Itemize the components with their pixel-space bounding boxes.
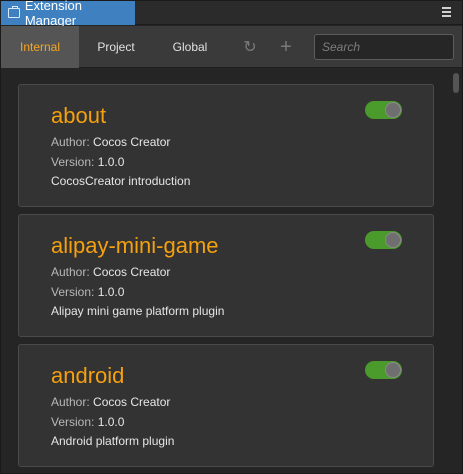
extension-version: Version: 1.0.0 — [51, 415, 125, 429]
list-scrollbar[interactable] — [453, 73, 459, 93]
title-bar: Extension Manager — [1, 0, 462, 28]
panel-menu-icon[interactable] — [442, 7, 451, 17]
extension-card-about: about Author: Cocos Creator Version: 1.0… — [18, 84, 434, 207]
briefcase-icon — [8, 6, 20, 18]
extension-card-alipay-mini-game: alipay-mini-game Author: Cocos Creator V… — [18, 214, 434, 337]
extension-list: about Author: Cocos Creator Version: 1.0… — [1, 69, 462, 473]
extension-name: android — [51, 363, 125, 388]
toggle-knob — [385, 362, 401, 378]
extension-version: Version: 1.0.0 — [51, 285, 125, 299]
tab-project[interactable]: Project — [79, 26, 153, 68]
extension-description: Alipay mini game platform plugin — [51, 304, 225, 318]
enable-toggle[interactable] — [365, 101, 402, 119]
tab-global[interactable]: Global — [153, 26, 227, 68]
extension-name: about — [51, 103, 107, 128]
toggle-knob — [385, 102, 401, 118]
extension-author: Author: Cocos Creator — [51, 135, 171, 149]
extension-manager-window: Extension Manager Internal Project Globa… — [0, 0, 463, 474]
toolbar: Internal Project Global ↻ + — [1, 26, 462, 68]
extension-card-android: android Author: Cocos Creator Version: 1… — [18, 344, 434, 467]
search-input[interactable] — [314, 34, 454, 60]
tab-internal[interactable]: Internal — [1, 26, 79, 68]
panel-title: Extension Manager — [24, 0, 82, 28]
extension-author: Author: Cocos Creator — [51, 265, 171, 279]
panel-tab-extension-manager[interactable]: Extension Manager — [1, 0, 135, 28]
plus-icon[interactable]: + — [277, 36, 295, 58]
refresh-icon[interactable]: ↻ — [241, 38, 259, 56]
extension-description: CocosCreator introduction — [51, 174, 191, 188]
extension-version: Version: 1.0.0 — [51, 155, 125, 169]
extension-author: Author: Cocos Creator — [51, 395, 171, 409]
extension-description: Android platform plugin — [51, 434, 175, 448]
enable-toggle[interactable] — [365, 361, 402, 379]
enable-toggle[interactable] — [365, 231, 402, 249]
toggle-knob — [385, 232, 401, 248]
extension-name: alipay-mini-game — [51, 233, 219, 258]
